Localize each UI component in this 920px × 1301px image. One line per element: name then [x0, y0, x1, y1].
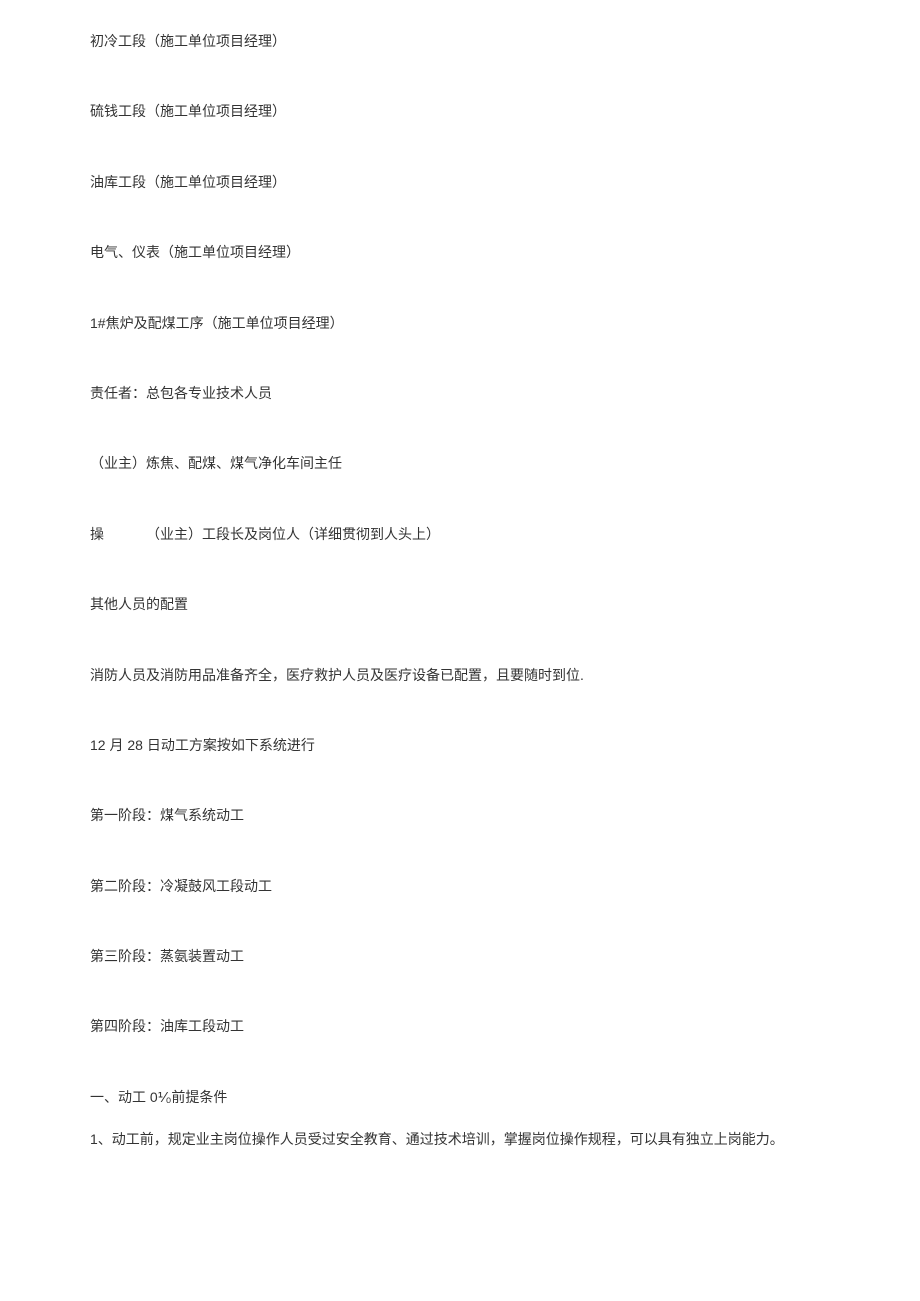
- text-fragment: 操: [90, 526, 104, 542]
- text-line: 电气、仪表（施工单位项目经理）: [90, 241, 830, 263]
- text-fragment: （业主）工段长及岗位人（详细贯彻到人头上）: [146, 526, 440, 542]
- text-line: （业主）炼焦、配煤、煤气净化车间主任: [90, 452, 830, 474]
- text-line: 一、动工 0⅟₀前提条件: [90, 1086, 830, 1108]
- text-line: 12 月 28 日动工方案按如下系统进行: [90, 734, 830, 756]
- text-line: 硫钱工段（施工单位项目经理）: [90, 100, 830, 122]
- text-line: 1、动工前，规定业主岗位操作人员受过安全教育、通过技术培训，掌握岗位操作规程，可…: [90, 1128, 830, 1150]
- text-line: 初冷工段（施工单位项目经理）: [90, 30, 830, 52]
- text-line: 操 （业主）工段长及岗位人（详细贯彻到人头上）: [90, 523, 830, 545]
- text-line: 第三阶段：蒸氨装置动工: [90, 945, 830, 967]
- text-line: 其他人员的配置: [90, 593, 830, 615]
- text-line: 第四阶段：油库工段动工: [90, 1015, 830, 1037]
- text-line: 责任者：总包各专业技术人员: [90, 382, 830, 404]
- text-line: 1#焦炉及配煤工序（施工单位项目经理）: [90, 312, 830, 334]
- text-line: 油库工段（施工单位项目经理）: [90, 171, 830, 193]
- text-line: 第一阶段：煤气系统动工: [90, 804, 830, 826]
- text-line: 消防人员及消防用品准备齐全，医疗救护人员及医疗设备已配置，且要随时到位.: [90, 664, 830, 686]
- text-line: 第二阶段：冷凝鼓风工段动工: [90, 875, 830, 897]
